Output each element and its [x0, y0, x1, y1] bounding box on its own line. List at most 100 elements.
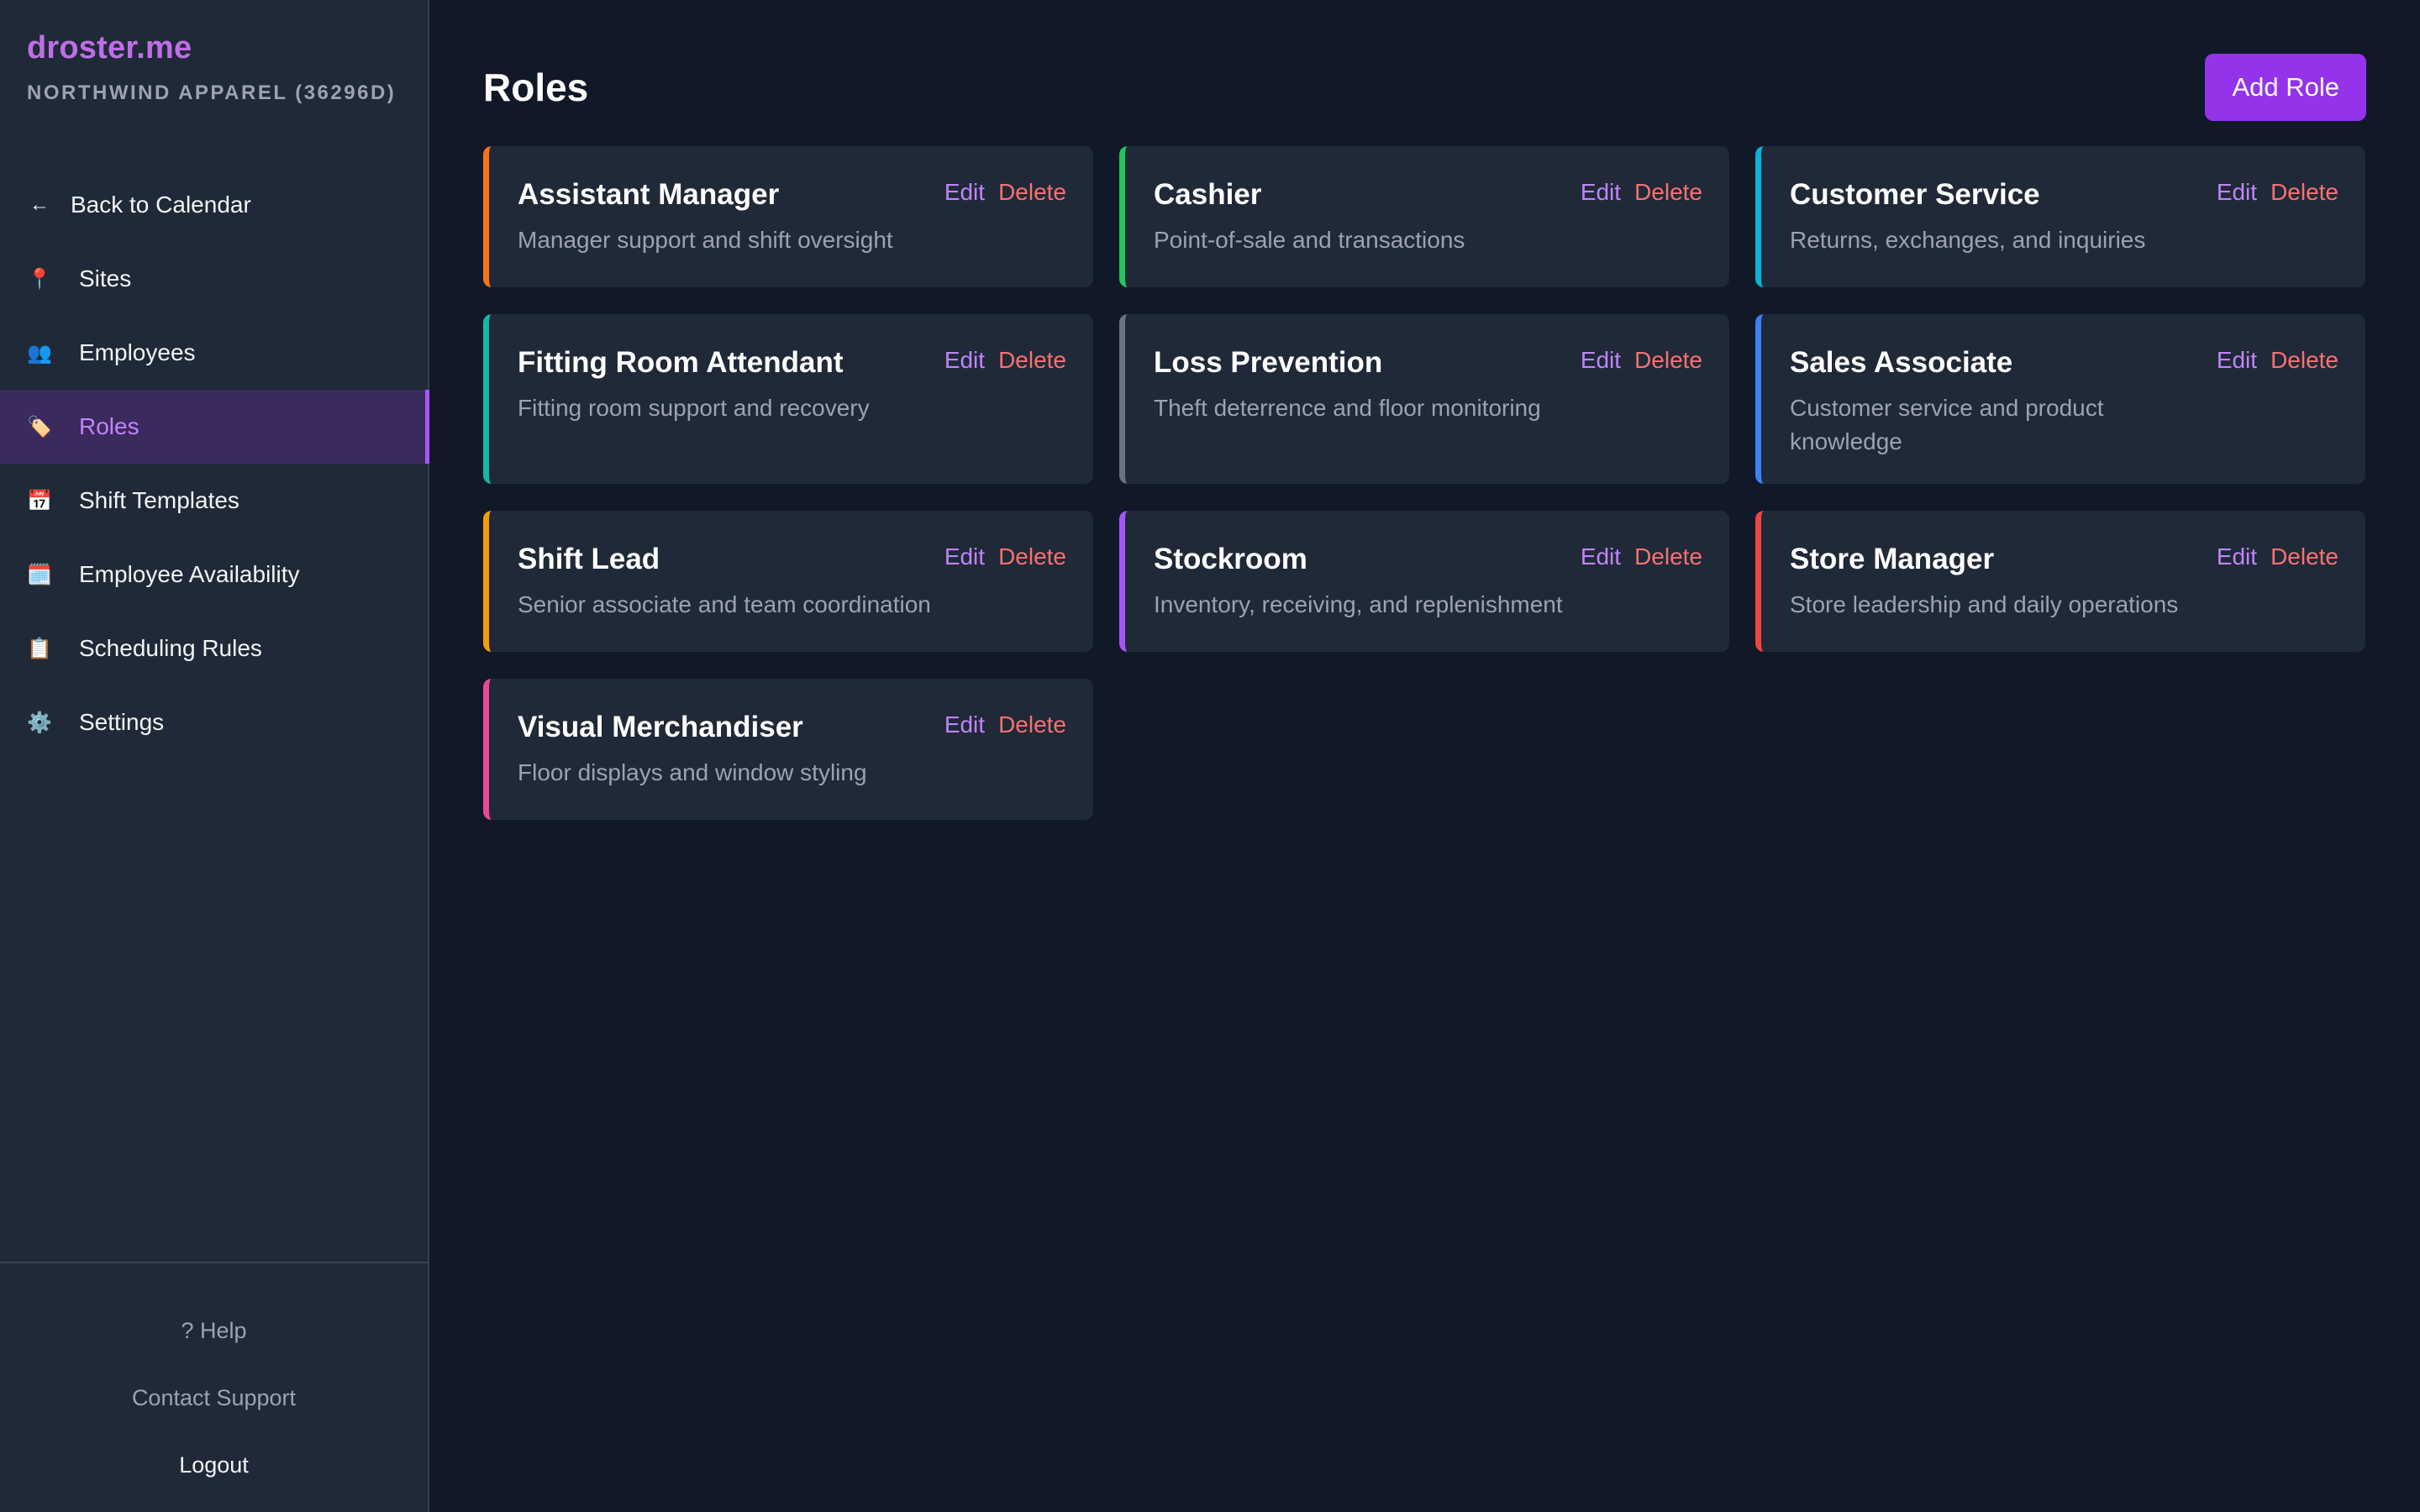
delete-role-button[interactable]: Delete — [2270, 178, 2338, 207]
delete-role-button[interactable]: Delete — [1634, 346, 1702, 375]
role-actions: Edit Delete — [944, 709, 1066, 739]
tag-icon: 🏷️ — [27, 415, 52, 438]
edit-role-button[interactable]: Edit — [1581, 346, 1621, 375]
role-card-header: Visual Merchandiser Edit Delete — [518, 709, 1066, 746]
role-card: Customer Service Edit Delete Returns, excha… — [1755, 146, 2365, 287]
delete-role-button[interactable]: Delete — [998, 543, 1066, 571]
people-icon: 👥 — [27, 341, 52, 365]
role-card-header: Assistant Manager Edit Delete — [518, 176, 1066, 213]
role-description: Inventory, receiving, and replenishment — [1154, 591, 1563, 617]
roles-grid: Assistant Manager Edit Delete Manager suppo… — [483, 146, 2366, 820]
role-card: Store Manager Edit Delete Store leadership … — [1755, 511, 2365, 652]
page-header: Roles Add Role — [483, 54, 2366, 121]
edit-role-button[interactable]: Edit — [2217, 346, 2257, 375]
edit-role-button[interactable]: Edit — [944, 178, 985, 207]
role-actions: Edit Delete — [1581, 176, 1702, 207]
sidebar-item-label: Sites — [79, 265, 132, 291]
role-name: Sales Associate — [1790, 346, 2013, 379]
help-link[interactable]: ? Help — [181, 1297, 246, 1364]
role-card-header: Stockroom Edit Delete — [1154, 541, 1702, 578]
pin-icon: 📍 — [27, 267, 52, 291]
role-name: Visual Merchandiser — [518, 711, 803, 743]
sidebar: droster.me NORTHWIND APPAREL (36296D) ← B… — [0, 0, 429, 1512]
role-name: Stockroom — [1154, 543, 1307, 575]
sidebar-item-sites[interactable]: 📍 Sites — [0, 242, 428, 316]
sidebar-item-label: Back to Calendar — [71, 192, 251, 218]
role-card: Visual Merchandiser Edit Delete Floor displ… — [483, 679, 1093, 820]
role-description: Fitting room support and recovery — [518, 395, 870, 421]
calendar-icon: 📅 — [27, 489, 52, 512]
brand-logo[interactable]: droster.me — [27, 30, 401, 66]
calendar-page-icon: 🗓️ — [27, 563, 52, 586]
edit-role-button[interactable]: Edit — [944, 711, 985, 739]
role-description: Point-of-sale and transactions — [1154, 227, 1465, 253]
sidebar-item-label: Employees — [79, 339, 196, 365]
delete-role-button[interactable]: Delete — [2270, 346, 2338, 375]
role-description: Store leadership and daily operations — [1790, 591, 2179, 617]
role-card-header: Shift Lead Edit Delete — [518, 541, 1066, 578]
role-actions: Edit Delete — [2217, 344, 2338, 375]
sidebar-item-roles[interactable]: 🏷️ Roles — [0, 390, 429, 464]
role-description: Customer service and product knowledge — [1790, 395, 2104, 454]
role-name: Store Manager — [1790, 543, 1995, 575]
delete-role-button[interactable]: Delete — [998, 346, 1066, 375]
delete-role-button[interactable]: Delete — [998, 178, 1066, 207]
role-description: Floor displays and window styling — [518, 759, 867, 785]
role-card: Assistant Manager Edit Delete Manager suppo… — [483, 146, 1093, 287]
delete-role-button[interactable]: Delete — [2270, 543, 2338, 571]
edit-role-button[interactable]: Edit — [2217, 178, 2257, 207]
role-card-header: Sales Associate Edit Delete — [1790, 344, 2338, 381]
sidebar-item-settings[interactable]: ⚙️ Settings — [0, 685, 428, 759]
role-card: Sales Associate Edit Delete Customer servic… — [1755, 314, 2365, 484]
logout-button[interactable]: Logout — [179, 1431, 249, 1499]
role-description: Manager support and shift oversight — [518, 227, 893, 253]
role-actions: Edit Delete — [1581, 541, 1702, 571]
role-card: Fitting Room Attendant Edit Delete Fitting … — [483, 314, 1093, 484]
edit-role-button[interactable]: Edit — [1581, 543, 1621, 571]
sidebar-item-label: Employee Availability — [79, 561, 300, 587]
organization-name: NORTHWIND APPAREL (36296D) — [27, 81, 397, 104]
role-description: Returns, exchanges, and inquiries — [1790, 227, 2146, 253]
delete-role-button[interactable]: Delete — [998, 711, 1066, 739]
edit-role-button[interactable]: Edit — [1581, 178, 1621, 207]
add-role-button[interactable]: Add Role — [2205, 54, 2366, 121]
arrow-left-icon: ← — [29, 193, 50, 216]
role-card: Loss Prevention Edit Delete Theft deterrenc… — [1119, 314, 1729, 484]
sidebar-item-label: Shift Templates — [79, 487, 239, 513]
role-card-header: Fitting Room Attendant Edit Delete — [518, 344, 1066, 381]
clipboard-icon: 📋 — [27, 637, 52, 660]
sidebar-item-back-to-calendar[interactable]: ← Back to Calendar — [0, 168, 428, 242]
edit-role-button[interactable]: Edit — [2217, 543, 2257, 571]
role-card: Stockroom Edit Delete Inventory, receiving,… — [1119, 511, 1729, 652]
role-name: Shift Lead — [518, 543, 660, 575]
role-description: Senior associate and team coordination — [518, 591, 931, 617]
brand: droster.me NORTHWIND APPAREL (36296D) — [0, 0, 428, 168]
edit-role-button[interactable]: Edit — [944, 543, 985, 571]
role-actions: Edit Delete — [944, 176, 1066, 207]
sidebar-item-label: Roles — [79, 413, 139, 439]
role-actions: Edit Delete — [2217, 176, 2338, 207]
delete-role-button[interactable]: Delete — [1634, 178, 1702, 207]
edit-role-button[interactable]: Edit — [944, 346, 985, 375]
sidebar-item-employee-availability[interactable]: 🗓️ Employee Availability — [0, 538, 428, 612]
role-actions: Edit Delete — [944, 344, 1066, 375]
contact-support-link[interactable]: Contact Support — [132, 1364, 296, 1431]
role-card-header: Customer Service Edit Delete — [1790, 176, 2338, 213]
gear-icon: ⚙️ — [27, 711, 52, 734]
sidebar-item-shift-templates[interactable]: 📅 Shift Templates — [0, 464, 428, 538]
role-name: Customer Service — [1790, 178, 2040, 211]
sidebar-item-employees[interactable]: 👥 Employees — [0, 316, 428, 390]
role-card: Shift Lead Edit Delete Senior associate and… — [483, 511, 1093, 652]
sidebar-footer: ? Help Contact Support Logout — [0, 1262, 428, 1512]
role-actions: Edit Delete — [944, 541, 1066, 571]
role-actions: Edit Delete — [2217, 541, 2338, 571]
sidebar-item-scheduling-rules[interactable]: 📋 Scheduling Rules — [0, 612, 428, 685]
delete-role-button[interactable]: Delete — [1634, 543, 1702, 571]
sidebar-item-label: Settings — [79, 709, 165, 735]
role-name: Cashier — [1154, 178, 1262, 211]
main-content: Roles Add Role Assistant Manager Edit Dele… — [429, 0, 2420, 1512]
sidebar-item-label: Scheduling Rules — [79, 635, 262, 661]
role-card-header: Store Manager Edit Delete — [1790, 541, 2338, 578]
role-description: Theft deterrence and floor monitoring — [1154, 395, 1541, 421]
role-card: Cashier Edit Delete Point-of-sale and trans… — [1119, 146, 1729, 287]
